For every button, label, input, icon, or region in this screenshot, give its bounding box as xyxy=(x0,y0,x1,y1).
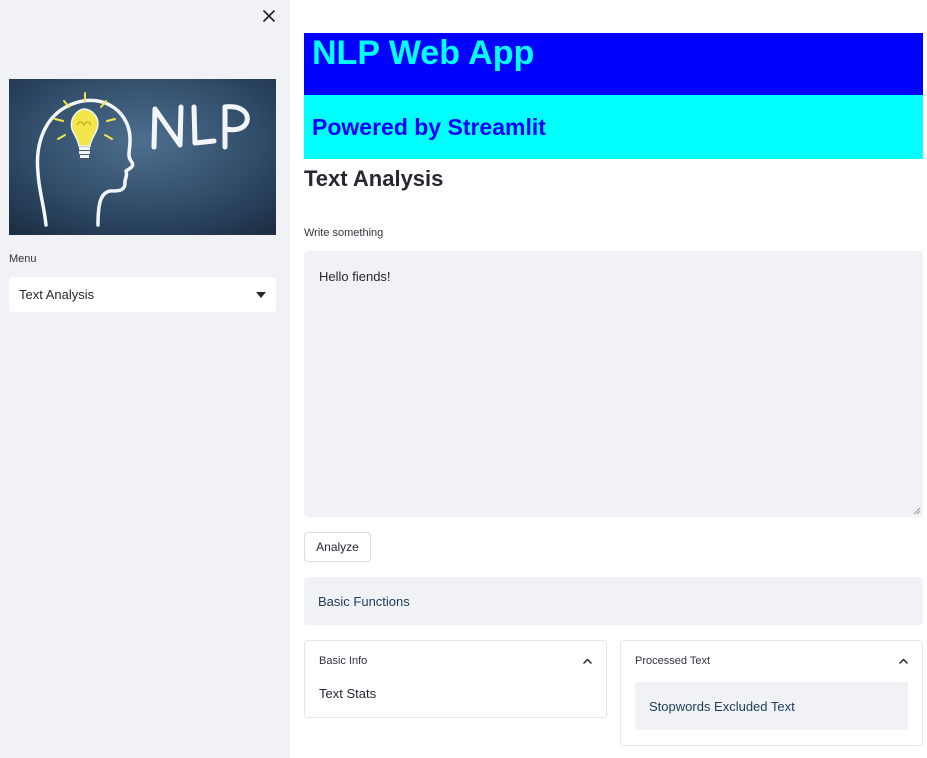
main-content: NLP Web App Powered by Streamlit Text An… xyxy=(290,0,927,758)
sidebar: Menu Text Analysis xyxy=(0,0,290,758)
basic-functions-text: Basic Functions xyxy=(318,593,410,609)
expander-basic-info-title: Basic Info xyxy=(319,655,368,667)
app-subtitle: Powered by Streamlit xyxy=(312,113,546,140)
close-sidebar-button[interactable] xyxy=(259,6,279,26)
analyze-button[interactable]: Analyze xyxy=(304,532,371,562)
menu-select[interactable]: Text Analysis xyxy=(9,277,276,312)
stopwords-text: Stopwords Excluded Text xyxy=(649,698,795,714)
nlp-head-lightbulb-image xyxy=(9,79,276,235)
expander-processed-text-title: Processed Text xyxy=(635,655,711,667)
resize-handle-icon[interactable] xyxy=(913,507,921,515)
chevron-up-icon xyxy=(899,658,908,664)
app-title: NLP Web App xyxy=(312,34,535,72)
text-stats-text: Text Stats xyxy=(319,686,377,701)
expander-processed-text-header[interactable]: Processed Text xyxy=(635,654,908,668)
text-input-area[interactable]: Hello fiends! xyxy=(304,251,923,517)
menu-selected-value: Text Analysis xyxy=(19,287,95,302)
caret-down-icon xyxy=(256,291,266,298)
stopwords-info-box: Stopwords Excluded Text xyxy=(635,682,908,730)
app-title-banner: NLP Web App xyxy=(304,33,923,95)
text-input-label: Write something xyxy=(304,227,384,239)
basic-functions-box: Basic Functions xyxy=(304,577,923,625)
close-icon xyxy=(263,10,275,22)
chevron-up-icon xyxy=(583,658,592,664)
expander-basic-info: Basic Info Text Stats xyxy=(304,640,607,718)
expander-basic-info-header[interactable]: Basic Info xyxy=(319,654,592,668)
app-subtitle-banner: Powered by Streamlit xyxy=(304,95,923,159)
menu-label: Menu xyxy=(9,253,37,265)
section-title: Text Analysis xyxy=(304,166,444,191)
expander-processed-text: Processed Text Stopwords Excluded Text xyxy=(620,640,923,746)
